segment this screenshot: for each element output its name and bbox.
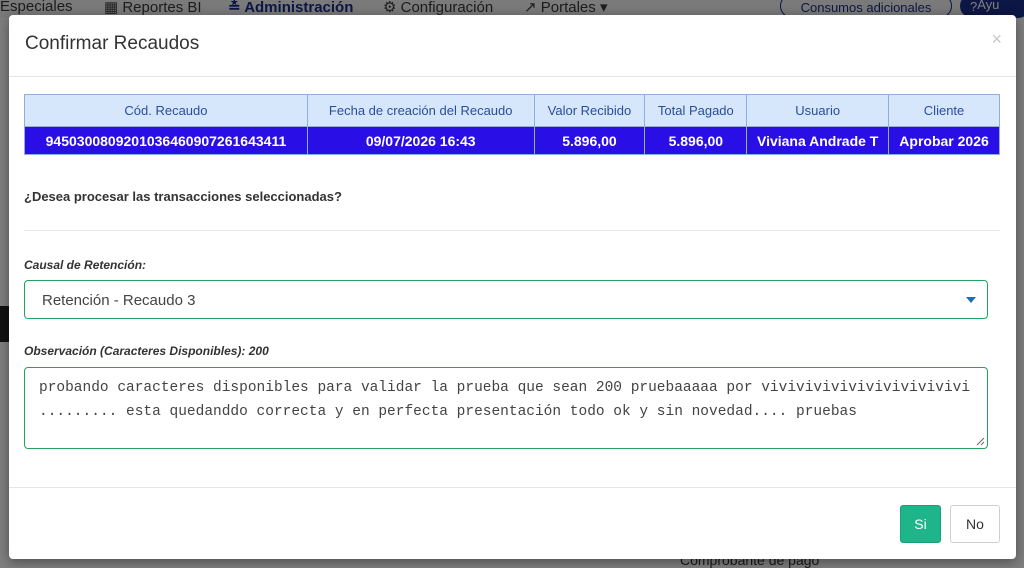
observacion-label: Observación (Caracteres Disponibles): 20… [24,344,269,358]
confirmation-question: ¿Desea procesar las transacciones selecc… [24,189,342,204]
observacion-textarea[interactable]: probando caracteres disponibles para val… [24,367,988,449]
column-header-cliente: Cliente [888,94,1000,127]
table-header-row: Cód. Recaudo Fecha de creación del Recau… [24,94,1000,127]
cell-valor-recibido: 5.896,00 [533,126,646,155]
no-button[interactable]: No [950,505,1000,543]
confirm-recaudos-modal: Confirmar Recaudos × Cód. Recaudo Fecha … [9,15,1016,559]
footer-divider [9,487,1016,488]
column-header-total-pagado: Total Pagado [644,94,748,127]
causal-retencion-select[interactable]: Retención - Recaudo 3 [24,280,988,319]
cell-fecha-creacion: 09/07/2026 16:43 [306,126,535,155]
chevron-down-icon [966,297,976,303]
column-header-fecha-creacion: Fecha de creación del Recaudo [306,94,535,127]
modal-title: Confirmar Recaudos [25,33,200,54]
cell-cliente: Aprobar 2026 [888,126,1000,155]
column-header-valor-recibido: Valor Recibido [533,94,646,127]
si-button[interactable]: Si [900,505,941,543]
recaudos-table: Cód. Recaudo Fecha de creación del Recau… [24,94,1000,155]
close-icon[interactable]: × [991,29,1002,50]
cell-usuario: Viviana Andrade T [746,126,890,155]
cell-total-pagado: 5.896,00 [644,126,748,155]
cell-cod-recaudo: 9450300809201036460907261643411 [24,126,308,155]
column-header-usuario: Usuario [746,94,890,127]
table-row[interactable]: 9450300809201036460907261643411 09/07/20… [24,126,1000,155]
column-header-cod-recaudo: Cód. Recaudo [24,94,308,127]
causal-retencion-value: Retención - Recaudo 3 [42,292,196,309]
causal-retencion-label: Causal de Retención: [24,258,147,272]
resize-handle-icon[interactable] [975,436,985,446]
modal-header: Confirmar Recaudos × [9,15,1016,77]
divider [24,230,1000,231]
